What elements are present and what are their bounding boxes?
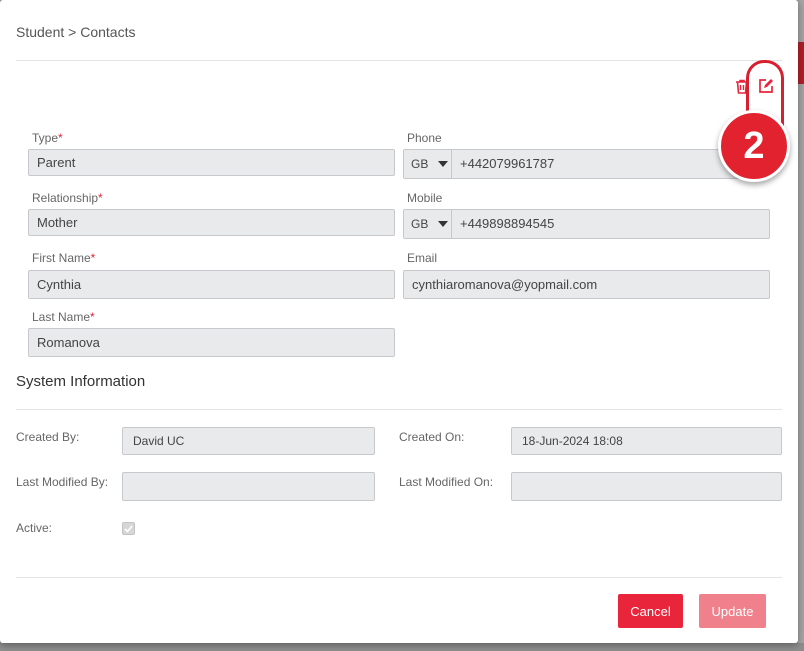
background-overlay (0, 643, 804, 651)
phone-field[interactable]: GB +442079961787 (403, 149, 770, 179)
system-info-divider (16, 409, 782, 410)
cancel-button[interactable]: Cancel (618, 594, 683, 628)
check-icon (124, 524, 133, 533)
email-field[interactable]: cynthiaromanova@yopmail.com (403, 270, 770, 299)
last-name-label: Last Name* (32, 310, 95, 324)
step-number-badge: 2 (718, 110, 790, 182)
first-name-label: First Name* (32, 251, 96, 265)
type-label: Type* (32, 131, 63, 145)
chevron-down-icon (438, 161, 449, 167)
system-info-heading: System Information (16, 373, 146, 390)
background-accent-bar (798, 42, 804, 84)
type-field[interactable]: Parent (28, 149, 395, 176)
active-checkbox[interactable] (122, 522, 135, 535)
created-by-label: Created By: (16, 430, 80, 444)
header-divider (16, 60, 782, 61)
relationship-label: Relationship* (32, 191, 103, 205)
update-button[interactable]: Update (699, 594, 766, 628)
active-label: Active: (16, 521, 53, 535)
modified-by-field (122, 472, 375, 501)
mobile-number[interactable]: +449898894545 (460, 210, 554, 238)
email-label: Email (407, 251, 438, 265)
modified-on-label: Last Modified On: (399, 475, 494, 489)
mobile-label: Mobile (407, 191, 443, 205)
modified-on-field (511, 472, 782, 501)
mobile-country-select[interactable]: GB (404, 210, 452, 238)
chevron-down-icon (438, 221, 449, 227)
mobile-field[interactable]: GB +449898894545 (403, 209, 770, 239)
relationship-field[interactable]: Mother (28, 209, 395, 236)
phone-label: Phone (407, 131, 442, 145)
last-name-field[interactable]: Romanova (28, 328, 395, 357)
background-page (798, 0, 804, 651)
created-on-label: Created On: (399, 430, 465, 444)
created-on-field: 18-Jun-2024 18:08 (511, 427, 782, 455)
contact-dialog: Student > Contacts Type* Parent Relation… (0, 0, 798, 643)
phone-country-select[interactable]: GB (404, 150, 452, 178)
dialog-title: Student > Contacts (16, 24, 136, 40)
modified-by-label: Last Modified By: (16, 475, 109, 489)
phone-number[interactable]: +442079961787 (460, 150, 554, 178)
first-name-field[interactable]: Cynthia (28, 270, 395, 299)
footer-divider (16, 577, 782, 578)
created-by-field: David UC (122, 427, 375, 455)
